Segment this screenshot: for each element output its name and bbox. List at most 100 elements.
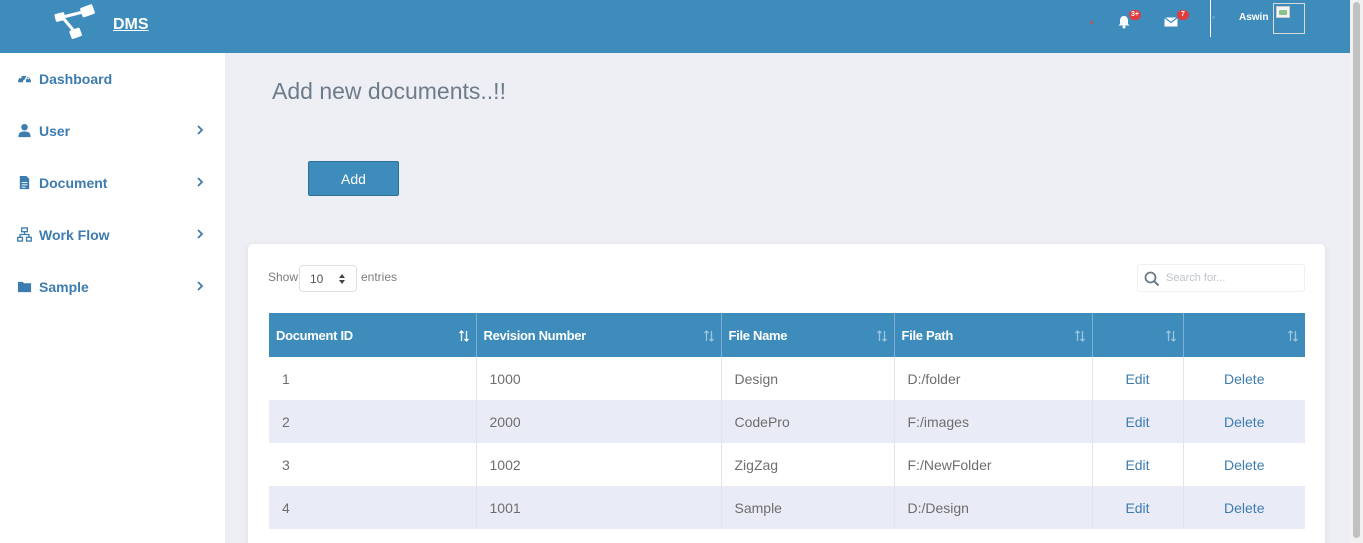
sort-icon bbox=[876, 330, 887, 342]
messages-badge: 7 bbox=[1177, 10, 1189, 20]
sort-icon bbox=[703, 330, 714, 342]
cell-file-path: D:/Design bbox=[894, 486, 1093, 529]
cell-delete: Delete bbox=[1183, 486, 1305, 529]
page-title: Add new documents..!! bbox=[272, 78, 506, 104]
column-header-delete[interactable] bbox=[1183, 313, 1305, 357]
cell-edit: Edit bbox=[1092, 357, 1184, 400]
delete-link[interactable]: Delete bbox=[1224, 457, 1264, 473]
cell-revision-number: 1000 bbox=[476, 357, 722, 400]
edit-link[interactable]: Edit bbox=[1125, 414, 1149, 430]
delete-link[interactable]: Delete bbox=[1224, 371, 1264, 387]
notifications-badge: 3+ bbox=[1129, 10, 1141, 20]
cell-edit: Edit bbox=[1092, 400, 1184, 443]
cell-file-name: Design bbox=[721, 357, 895, 400]
chevron-right-icon bbox=[197, 229, 204, 239]
delete-link[interactable]: Delete bbox=[1224, 500, 1264, 516]
table-header-row: Document ID Revision Number File Name Fi… bbox=[269, 313, 1305, 357]
topbar-divider bbox=[1210, 0, 1211, 37]
cell-file-path: F:/NewFolder bbox=[894, 443, 1093, 486]
sidebar-item-workflow[interactable]: Work Flow bbox=[0, 215, 225, 255]
top-navbar: DMS 3+ 7 Aswin bbox=[0, 0, 1350, 53]
user-icon bbox=[18, 123, 31, 138]
cell-document-id: 1 bbox=[269, 357, 477, 400]
spinner-arrows-icon bbox=[339, 274, 345, 284]
cell-file-name: ZigZag bbox=[721, 443, 895, 486]
cell-edit: Edit bbox=[1092, 486, 1184, 529]
column-header-label: Revision Number bbox=[483, 327, 587, 343]
page-size-value: 10 bbox=[310, 272, 324, 286]
sort-icon bbox=[458, 330, 469, 342]
column-header-file-name[interactable]: File Name bbox=[721, 313, 895, 357]
cell-edit: Edit bbox=[1092, 443, 1184, 486]
status-dot bbox=[1090, 21, 1093, 24]
documents-table: Document ID Revision Number File Name Fi… bbox=[269, 313, 1305, 529]
table-row: 4 1001 Sample D:/Design Edit Delete bbox=[269, 486, 1305, 529]
folder-icon bbox=[17, 281, 32, 293]
broken-image-icon bbox=[1276, 6, 1290, 18]
sidebar: Dashboard User Document Work Flow Sample bbox=[0, 53, 225, 543]
chevron-right-icon bbox=[197, 125, 204, 135]
sidebar-item-label: Document bbox=[39, 175, 108, 191]
column-header-revision-number[interactable]: Revision Number bbox=[476, 313, 722, 357]
cell-document-id: 3 bbox=[269, 443, 477, 486]
page-scrollbar[interactable] bbox=[1350, 0, 1363, 543]
search-input[interactable] bbox=[1166, 269, 1296, 287]
page-size-select[interactable]: 10 bbox=[299, 265, 357, 292]
edit-link[interactable]: Edit bbox=[1125, 500, 1149, 516]
entries-label: entries bbox=[361, 270, 398, 284]
column-header-document-id[interactable]: Document ID bbox=[269, 313, 477, 357]
username[interactable]: Aswin bbox=[1239, 12, 1268, 23]
messages-button[interactable]: 7 bbox=[1164, 10, 1189, 34]
cell-delete: Delete bbox=[1183, 400, 1305, 443]
envelope-icon bbox=[1164, 17, 1178, 27]
search-box[interactable] bbox=[1137, 264, 1305, 292]
file-icon bbox=[19, 175, 30, 190]
cell-document-id: 2 bbox=[269, 400, 477, 443]
table-row: 2 2000 CodePro F:/images Edit Delete bbox=[269, 400, 1305, 443]
sidebar-item-sample[interactable]: Sample bbox=[0, 267, 225, 307]
sidebar-item-user[interactable]: User bbox=[0, 111, 225, 151]
cell-file-path: F:/images bbox=[894, 400, 1093, 443]
column-header-label: File Name bbox=[728, 327, 788, 343]
cell-file-path: D:/folder bbox=[894, 357, 1093, 400]
divider-dot bbox=[1212, 16, 1215, 19]
cell-delete: Delete bbox=[1183, 357, 1305, 400]
add-button[interactable]: Add bbox=[308, 161, 399, 196]
sort-icon bbox=[1288, 330, 1298, 342]
sitemap-icon bbox=[17, 227, 32, 242]
avatar[interactable] bbox=[1273, 3, 1305, 34]
column-header-label: File Path bbox=[901, 327, 954, 343]
search-icon bbox=[1144, 271, 1160, 287]
logo-icon[interactable] bbox=[52, 4, 98, 44]
sidebar-item-label: Sample bbox=[39, 279, 89, 295]
table-row: 1 1000 Design D:/folder Edit Delete bbox=[269, 357, 1305, 400]
delete-link[interactable]: Delete bbox=[1224, 414, 1264, 430]
edit-link[interactable]: Edit bbox=[1125, 371, 1149, 387]
cell-delete: Delete bbox=[1183, 443, 1305, 486]
cell-revision-number: 2000 bbox=[476, 400, 722, 443]
chevron-right-icon bbox=[197, 281, 204, 291]
tachometer-icon bbox=[17, 74, 32, 83]
sidebar-item-label: Work Flow bbox=[39, 227, 110, 243]
table-row: 3 1002 ZigZag F:/NewFolder Edit Delete bbox=[269, 443, 1305, 486]
column-header-file-path[interactable]: File Path bbox=[894, 313, 1093, 357]
show-label: Show bbox=[268, 270, 299, 284]
brand-title[interactable]: DMS bbox=[113, 16, 149, 34]
cell-file-name: Sample bbox=[721, 486, 895, 529]
sidebar-item-document[interactable]: Document bbox=[0, 163, 225, 203]
chevron-right-icon bbox=[197, 177, 204, 187]
notifications-button[interactable]: 3+ bbox=[1117, 10, 1141, 34]
cell-revision-number: 1001 bbox=[476, 486, 722, 529]
sidebar-item-label: User bbox=[39, 123, 71, 139]
sort-icon bbox=[1165, 330, 1176, 342]
cell-document-id: 4 bbox=[269, 486, 477, 529]
sidebar-item-dashboard[interactable]: Dashboard bbox=[0, 59, 225, 99]
cell-revision-number: 1002 bbox=[476, 443, 722, 486]
edit-link[interactable]: Edit bbox=[1125, 457, 1149, 473]
column-header-label: Document ID bbox=[276, 327, 353, 343]
sort-icon bbox=[1074, 330, 1085, 342]
scrollbar-thumb[interactable] bbox=[1353, 2, 1360, 538]
sidebar-item-label: Dashboard bbox=[39, 71, 113, 87]
cell-file-name: CodePro bbox=[721, 400, 895, 443]
column-header-edit[interactable] bbox=[1092, 313, 1184, 357]
